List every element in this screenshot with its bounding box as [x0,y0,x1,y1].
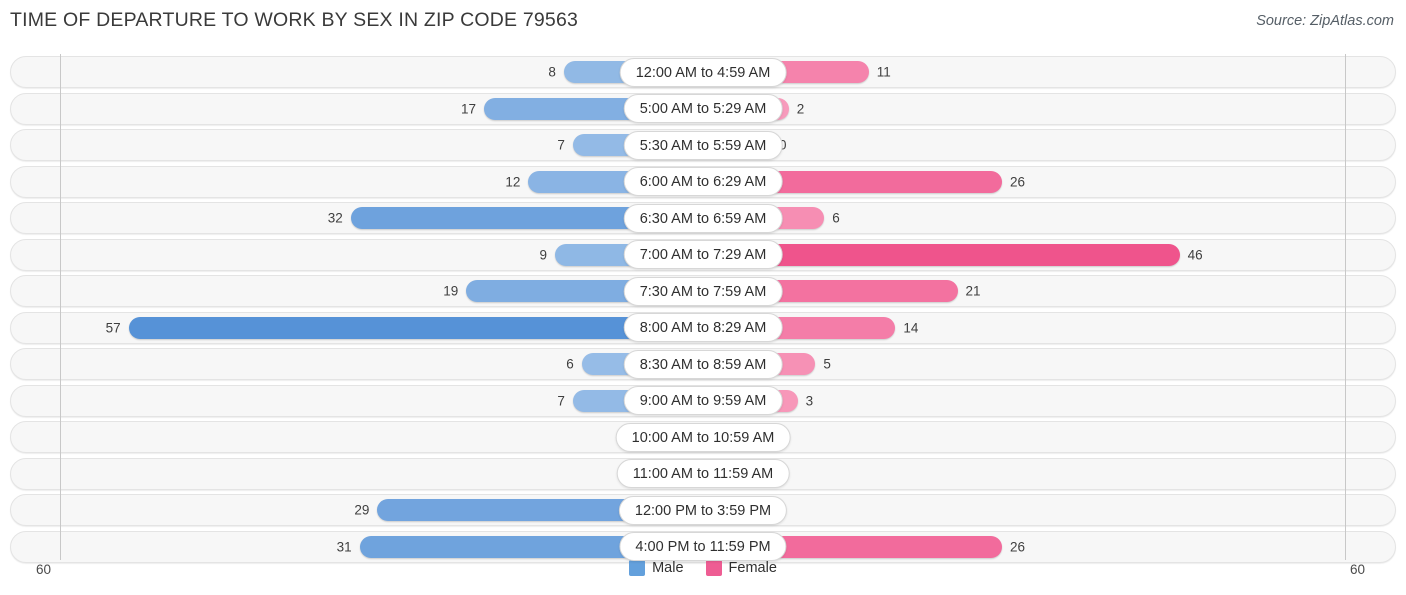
male-value-label: 31 [336,539,352,554]
male-bar-group: 32 [60,207,703,229]
male-value-label: 9 [539,247,548,262]
legend-label: Female [728,560,777,576]
chart-row: 7 0 5:30 AM to 5:59 AM [10,127,1396,163]
page-title: TIME OF DEPARTURE TO WORK BY SEX IN ZIP … [10,9,579,31]
chart-row: 32 6 6:30 AM to 6:59 AM [10,200,1396,236]
diverging-bar-chart: 8 11 12:00 AM to 4:59 AM 17 2 5:00 AM to 5:29… [10,54,1396,563]
female-bar-group: 11 [703,61,1346,83]
male-value-label: 7 [557,393,565,408]
category-label: 7:30 AM to 7:59 AM [623,276,783,306]
female-bar-group: 6 [703,207,1346,229]
male-value-label: 17 [460,101,476,116]
male-bar-group: 9 [60,243,703,266]
female-bar-group: 0 [703,499,1346,521]
chart-legend: Male Female [0,560,1406,576]
female-bar-group: 0 [703,462,1346,485]
female-value-label: 46 [1187,247,1203,262]
category-label: 5:00 AM to 5:29 AM [623,94,783,123]
chart-row: 12 26 6:00 AM to 6:29 AM [10,164,1396,200]
chart-row: 57 14 8:00 AM to 8:29 AM [10,310,1396,346]
female-value-label: 21 [965,283,981,299]
male-bar-group: 6 [60,353,703,375]
female-value-label: 14 [903,320,919,335]
chart-row: 17 2 5:00 AM to 5:29 AM [10,91,1396,127]
category-label: 6:00 AM to 6:29 AM [623,167,783,196]
category-label: 12:00 PM to 3:59 PM [618,495,788,525]
male-value-label: 8 [548,64,556,80]
male-value-label: 12 [505,174,521,189]
male-bar-group: 7 [60,134,703,156]
male-bar-group: 7 [60,389,703,412]
male-bar-group: 57 [60,316,703,339]
female-bar-group: 3 [703,389,1346,412]
legend-swatch-icon [629,560,646,576]
chart-row: 29 012:00 PM to 3:59 PM [10,492,1396,528]
female-value-label: 6 [832,210,840,226]
male-value-label: 7 [557,137,565,153]
chart-row: 6 5 8:30 AM to 8:59 AM [10,346,1396,382]
female-value-label: 11 [876,64,891,80]
category-label: 8:30 AM to 8:59 AM [623,349,783,379]
chart-row: 7 3 9:00 AM to 9:59 AM [10,383,1396,419]
female-value-label: 3 [805,393,814,408]
female-value-label: 26 [1009,539,1025,554]
female-bar-group: 2 [703,97,1346,120]
female-bar-group: 0 [703,426,1346,448]
category-label: 12:00 AM to 4:59 AM [619,57,787,87]
male-bar-group: 17 [60,97,703,120]
category-label: 5:30 AM to 5:59 AM [623,130,783,160]
male-bar-group: 0 [60,462,703,485]
category-label: 11:00 AM to 11:59 AM [616,459,790,488]
axis-line-left [60,54,61,560]
male-bar-group: 0 [60,426,703,448]
chart-row: 8 11 12:00 AM to 4:59 AM [10,54,1396,90]
legend-swatch-icon [705,560,722,576]
male-bar-group: 12 [60,170,703,193]
female-bar-group: 0 [703,134,1346,156]
male-bar-group: 8 [60,61,703,83]
chart-row: 0011:00 AM to 11:59 AM [10,456,1396,492]
chart-row: 0010:00 AM to 10:59 AM [10,419,1396,455]
chart-row: 9 46 7:00 AM to 7:29 AM [10,237,1396,273]
legend-label: Male [652,560,684,576]
male-value-label: 57 [105,320,121,335]
male-bar-group: 31 [60,535,703,558]
chart-row: 19 21 7:30 AM to 7:59 AM [10,273,1396,309]
category-label: 8:00 AM to 8:29 AM [623,313,783,342]
category-label: 9:00 AM to 9:59 AM [623,386,783,415]
female-value-label: 5 [823,356,831,372]
category-label: 6:30 AM to 6:59 AM [623,203,783,233]
male-bar-group: 19 [60,280,703,302]
male-bar[interactable] [128,316,703,339]
legend-item-female[interactable]: Female [705,560,777,576]
male-value-label: 19 [443,283,459,299]
female-value-label: 2 [796,101,805,116]
male-value-label: 32 [327,210,343,226]
category-label: 10:00 AM to 10:59 AM [615,422,791,452]
male-bar-group: 29 [60,499,703,521]
female-value-label: 26 [1009,174,1025,189]
female-bar-group: 26 [703,535,1346,558]
chart-page: TIME OF DEPARTURE TO WORK BY SEX IN ZIP … [0,0,1406,595]
source-attribution: Source: ZipAtlas.com [1256,13,1394,29]
axis-line-right [1345,54,1346,560]
category-label: 4:00 PM to 11:59 PM [619,532,787,561]
category-label: 7:00 AM to 7:29 AM [623,240,783,269]
legend-item-male[interactable]: Male [629,560,684,576]
female-bar-group: 26 [703,170,1346,193]
male-value-label: 29 [354,502,370,518]
male-value-label: 6 [566,356,574,372]
female-bar-group: 21 [703,280,1346,302]
female-bar-group: 46 [703,243,1346,266]
female-bar-group: 5 [703,353,1346,375]
female-bar-group: 14 [703,316,1346,339]
